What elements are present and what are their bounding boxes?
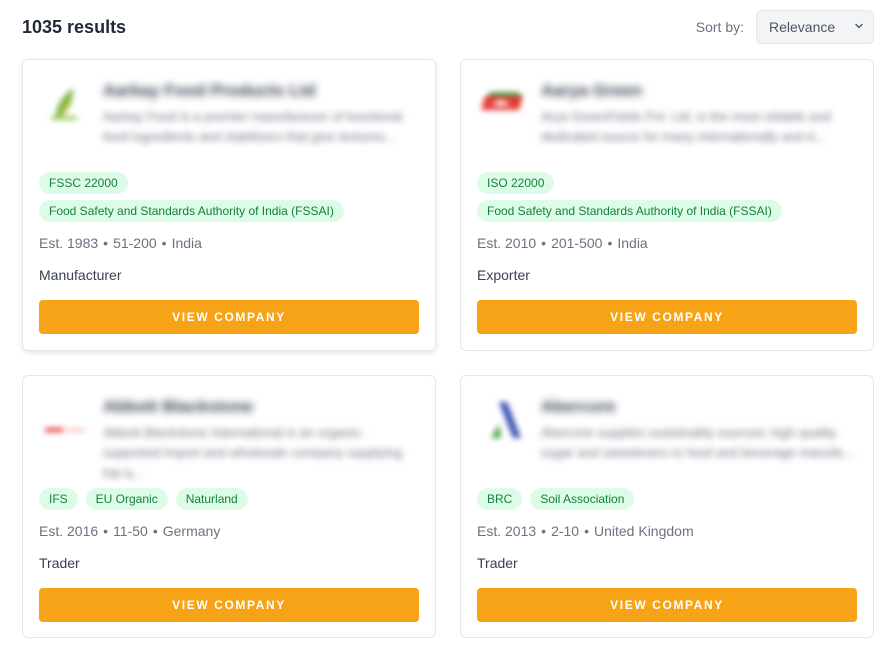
certification-tags: ISO 22000 Food Safety and Standards Auth… [477,172,857,222]
results-toolbar: 1035 results Sort by: Relevance [22,10,874,44]
company-type: Trader [477,555,518,571]
certification-tag: Food Safety and Standards Authority of I… [477,200,782,222]
company-card: Aarya Green Arya GreenFields Pvt. Ltd. i… [460,59,874,351]
company-size: 2-10 [551,523,580,539]
company-meta: Est. 2013 • 2-10 • United Kingdom [477,523,694,539]
certification-tag: ISO 22000 [477,172,555,194]
certification-tag: IFS [39,488,78,510]
certification-tags: IFS EU Organic Naturland [39,488,419,510]
company-card: Abercore Abercore supplies sustainably s… [460,375,874,638]
company-description: Abercore supplies sustainably sourced, h… [541,425,854,460]
established-year: Est. 2013 [477,523,537,539]
company-type: Manufacturer [39,267,122,283]
certification-tag: FSSC 22000 [39,172,128,194]
established-year: Est. 2010 [477,235,537,251]
company-description: Abbott Blackstone International is an or… [103,425,403,480]
company-country: United Kingdom [594,523,694,539]
company-name[interactable]: Aarya Green [541,81,642,101]
company-name[interactable]: Aarkay Food Products Ltd [103,81,316,101]
company-type: Exporter [477,267,530,283]
established-year: Est. 1983 [39,235,99,251]
company-country: India [617,235,648,251]
sort-selected-value: Relevance [769,19,836,35]
certification-tag: Soil Association [530,488,635,510]
company-name[interactable]: Abbott Blackstone [103,397,253,417]
sort-dropdown[interactable]: Relevance [756,10,874,44]
certification-tag: Naturland [175,488,248,510]
company-country: Germany [162,523,221,539]
company-size: 201-500 [551,235,603,251]
company-type: Trader [39,555,80,571]
company-meta: Est. 2010 • 201-500 • India [477,235,648,251]
company-name[interactable]: Abercore [541,397,616,417]
company-country: India [171,235,202,251]
blue-a-logo-icon [477,394,529,442]
view-company-button[interactable]: VIEW COMPANY [477,588,857,622]
sort-label: Sort by: [695,19,744,35]
green-leaf-logo-icon [39,78,91,126]
company-card: Aarkay Food Products Ltd Aarkay Food is … [22,59,436,351]
certification-tags: BRC Soil Association [477,488,857,510]
view-company-button[interactable]: VIEW COMPANY [39,588,419,622]
established-year: Est. 2016 [39,523,99,539]
company-meta: Est. 1983 • 51-200 • India [39,235,202,251]
certification-tag: BRC [477,488,523,510]
chevron-down-icon [855,23,863,29]
view-company-button[interactable]: VIEW COMPANY [39,300,419,334]
company-meta: Est. 2016 • 11-50 • Germany [39,523,221,539]
company-size: 51-200 [113,235,157,251]
company-card: Abbott Blackstone Abbott Blackstone Inte… [22,375,436,638]
company-size: 11-50 [113,523,148,539]
red-wordmark-logo-icon [39,394,91,442]
results-count: 1035 results [22,17,127,37]
certification-tags: FSSC 22000 Food Safety and Standards Aut… [39,172,419,222]
view-company-button[interactable]: VIEW COMPANY [477,300,857,334]
red-badge-logo-icon [477,78,529,126]
certification-tag: EU Organic [85,488,168,510]
company-description: Arya GreenFields Pvt. Ltd. is the most r… [541,109,831,144]
certification-tag: Food Safety and Standards Authority of I… [39,200,344,222]
company-description: Aarkay Food is a premier manufacturer of… [103,109,403,144]
